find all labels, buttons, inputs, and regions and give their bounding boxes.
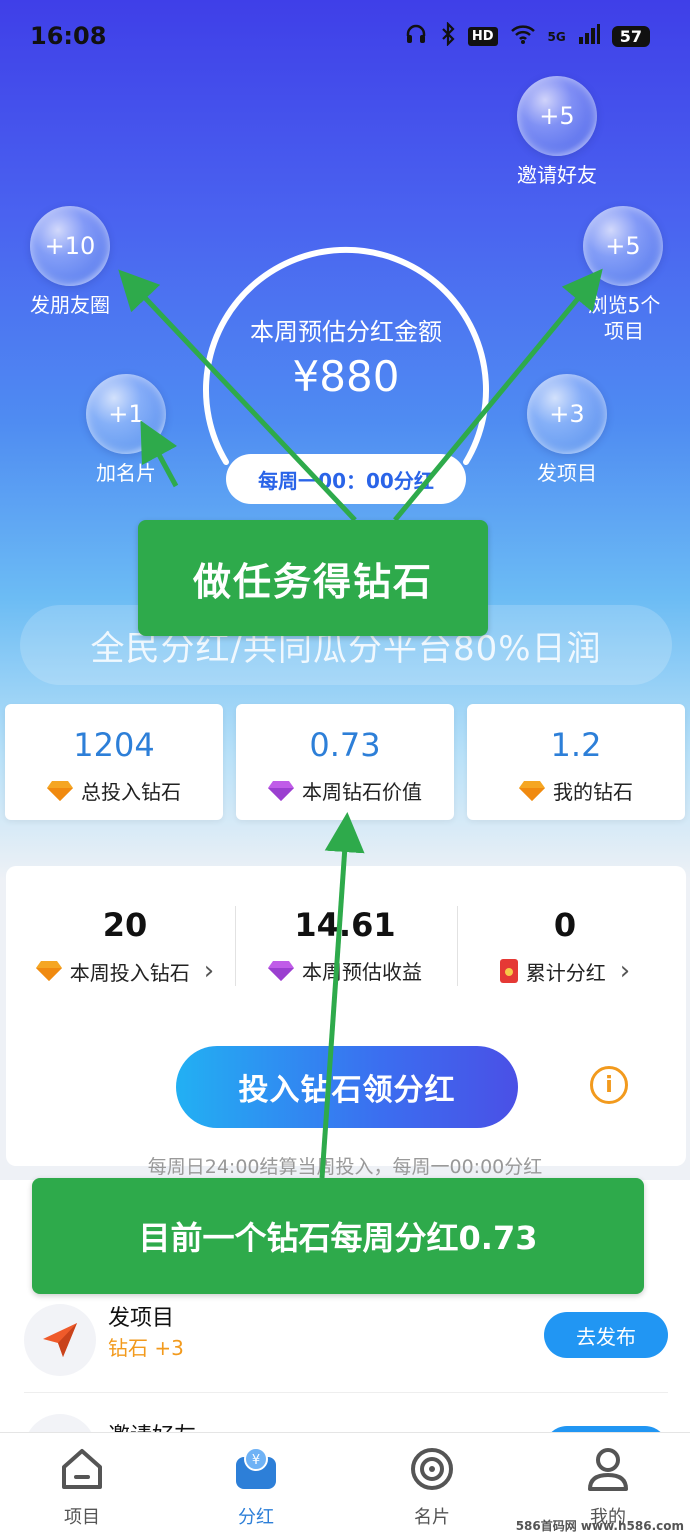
bubble-label-line: 项目 bbox=[604, 319, 644, 343]
stat-label-row: 我的钻石 bbox=[467, 776, 685, 805]
bubble-value: +1 bbox=[108, 400, 144, 428]
battery-indicator: 57 bbox=[611, 26, 650, 47]
bubble-label-line: 浏览5个 bbox=[587, 293, 661, 317]
bubble-label-invite: 邀请好友 bbox=[517, 163, 597, 187]
tab-dividend[interactable]: ¥ 分红 bbox=[196, 1441, 316, 1531]
panel-item-weekly-invest[interactable]: 20 本周投入钻石 › bbox=[12, 900, 238, 990]
dial-amount: ¥880 bbox=[292, 352, 400, 401]
user-icon bbox=[588, 1448, 628, 1491]
panel-label: 本周投入钻石 bbox=[69, 960, 190, 985]
bubble-card[interactable]: +1 bbox=[86, 374, 166, 454]
tab-projects[interactable]: 项目 bbox=[22, 1441, 142, 1531]
panel-label: 累计分红 bbox=[525, 960, 606, 985]
headphones-icon bbox=[404, 22, 428, 51]
tab-label: 分红 bbox=[238, 1507, 274, 1528]
stat-label: 我的钻石 bbox=[553, 780, 633, 804]
stat-card-mine: 1.2 我的钻石 bbox=[467, 704, 685, 820]
publish-button[interactable]: 去发布 bbox=[544, 1312, 668, 1358]
bubble-browse[interactable]: +5 bbox=[583, 206, 663, 286]
target-icon bbox=[411, 1448, 453, 1490]
status-icons: HD 5G 57 bbox=[404, 21, 650, 51]
tab-label: 名片 bbox=[414, 1507, 450, 1528]
bubble-label-card: 加名片 bbox=[96, 461, 156, 485]
bubble-label-browse: 浏览5个 项目 bbox=[572, 292, 676, 344]
callout-do-tasks: 做任务得钻石 bbox=[138, 520, 488, 636]
bubble-value: +10 bbox=[44, 232, 96, 260]
task-divider bbox=[24, 1392, 668, 1393]
panel-item-total-dividend[interactable]: 0 累计分红 › bbox=[452, 900, 678, 990]
status-time: 16:08 bbox=[30, 22, 107, 50]
bubble-moments[interactable]: +10 bbox=[30, 206, 110, 286]
stat-label-row: 本周钻石价值 bbox=[236, 776, 454, 805]
bubble-value: +5 bbox=[539, 102, 575, 130]
info-icon[interactable]: i bbox=[590, 1066, 628, 1104]
stat-value: 0.73 bbox=[309, 726, 381, 764]
panel-label-row: 本周预估收益 bbox=[232, 956, 458, 985]
panel-label-row: 累计分红 › bbox=[452, 956, 678, 986]
dial-schedule-pill: 每周一00：00分红 bbox=[226, 454, 466, 504]
panel-value: 0 bbox=[553, 906, 577, 944]
task-icon-wrap bbox=[24, 1304, 96, 1376]
task-row-invite: 邀请好友 bbox=[24, 1408, 668, 1432]
tab-card[interactable]: 名片 bbox=[372, 1441, 492, 1531]
bubble-value: +3 bbox=[549, 400, 585, 428]
stat-value: 1204 bbox=[73, 726, 155, 764]
bubble-label-publish: 发项目 bbox=[537, 461, 597, 485]
stat-value: 1.2 bbox=[550, 726, 602, 764]
panel-item-estimated-income: 14.61 本周预估收益 bbox=[232, 900, 458, 990]
tab-label: 项目 bbox=[64, 1507, 100, 1528]
status-bar: 16:08 HD 5G 57 bbox=[0, 0, 690, 72]
diamond-icon bbox=[268, 780, 294, 801]
dial-title: 本周预估分红金额 bbox=[250, 318, 442, 346]
red-packet-icon bbox=[499, 959, 518, 983]
diamond-icon bbox=[47, 780, 73, 801]
watermark: 586首码网 www.h586.com bbox=[515, 1519, 684, 1533]
settlement-note: 每周日24:00结算当周投入，每周一00:00分红 bbox=[147, 1156, 543, 1178]
panel-value: 14.61 bbox=[294, 906, 396, 944]
task-title: 邀请好友 bbox=[108, 1418, 196, 1432]
panel-value: 20 bbox=[102, 906, 148, 944]
stat-label: 本周钻石价值 bbox=[302, 780, 422, 804]
stat-card-value: 0.73 本周钻石价值 bbox=[236, 704, 454, 820]
panel-label-row: 本周投入钻石 › bbox=[12, 956, 238, 986]
stat-label-row: 总投入钻石 bbox=[5, 776, 223, 805]
stat-label: 总投入钻石 bbox=[81, 780, 181, 804]
diamond-icon bbox=[519, 780, 545, 801]
callout-diamond-value: 目前一个钻石每周分红0.73 bbox=[32, 1178, 644, 1294]
wifi-icon bbox=[510, 23, 536, 50]
chevron-right-icon: › bbox=[619, 956, 631, 986]
task-row-publish: 发项目 钻石 +3 去发布 bbox=[24, 1298, 668, 1388]
diamond-icon bbox=[35, 961, 62, 981]
network-label: 5G bbox=[547, 29, 566, 44]
chevron-right-icon: › bbox=[203, 956, 215, 986]
bubble-invite[interactable]: +5 bbox=[517, 76, 597, 156]
yen-wallet-icon: ¥ bbox=[236, 1447, 276, 1489]
task-icon-wrap bbox=[24, 1414, 96, 1432]
svg-text:¥: ¥ bbox=[252, 1453, 260, 1468]
bubble-label-moments: 发朋友圈 bbox=[30, 293, 110, 317]
invest-diamond-button[interactable]: 投入钻石领分红 bbox=[176, 1046, 518, 1128]
bubble-publish[interactable]: +3 bbox=[527, 374, 607, 454]
paper-plane-icon bbox=[43, 1323, 77, 1357]
hd-badge: HD bbox=[467, 27, 498, 46]
diamond-icon bbox=[268, 960, 294, 981]
task-title: 发项目 bbox=[108, 1306, 175, 1331]
bubble-value: +5 bbox=[605, 232, 641, 260]
home-icon bbox=[62, 1449, 102, 1489]
bluetooth-icon bbox=[440, 21, 456, 51]
signal-icon bbox=[578, 23, 600, 50]
task-reward: 钻石 +3 bbox=[108, 1336, 184, 1360]
panel-label: 本周预估收益 bbox=[302, 960, 422, 984]
stat-card-total: 1204 总投入钻石 bbox=[5, 704, 223, 820]
